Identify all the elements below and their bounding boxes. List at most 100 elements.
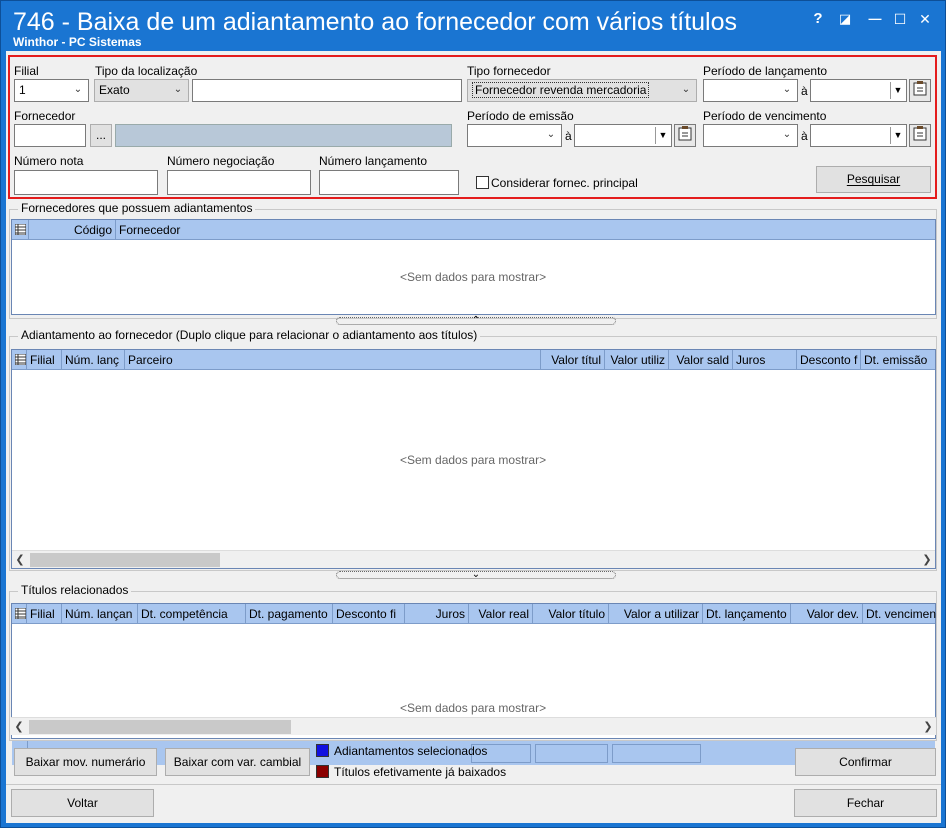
periodo-lancamento-fim[interactable]: ▼ (810, 79, 907, 102)
baixar-mov-button[interactable]: Baixar mov. numerário (14, 748, 157, 776)
col-desconto[interactable]: Desconto fi (333, 604, 405, 624)
localizacao-input[interactable] (192, 79, 462, 102)
empty-message: <Sem dados para mostrar> (400, 453, 547, 467)
tipo-fornecedor-combo[interactable]: Fornecedor revenda mercadoria ⌄ (467, 79, 697, 102)
chevron-down-icon: ⌄ (546, 129, 556, 140)
legend-selecionados: Adiantamentos selecionados (334, 744, 488, 758)
confirmar-label: Confirmar (839, 755, 892, 769)
total-valor-utilizar (612, 744, 701, 763)
col-parceiro[interactable]: Parceiro (125, 350, 541, 370)
periodo-emissao-inicio[interactable]: ⌄ (467, 124, 562, 147)
restore-icon[interactable]: ◪ (834, 9, 856, 29)
dropdown-arrow-icon: ▼ (890, 127, 905, 144)
tipo-fornecedor-label: Tipo fornecedor (467, 64, 551, 78)
scroll-right-icon[interactable]: ❯ (919, 551, 935, 569)
col-filial[interactable]: Filial (27, 604, 62, 624)
baixar-var-button[interactable]: Baixar com var. cambial (165, 748, 310, 776)
col-dt-emissao[interactable]: Dt. emissão (861, 350, 937, 370)
titulos-group-title: Títulos relacionados (18, 583, 132, 597)
fornecedor-label: Fornecedor (14, 109, 76, 123)
col-codigo[interactable]: Código (29, 220, 116, 240)
column-chooser-icon[interactable] (12, 604, 27, 624)
range-separator: à (801, 129, 808, 143)
tipo-localizacao-combo[interactable]: Exato ⌄ (94, 79, 189, 102)
chevron-down-icon: ⌄ (681, 84, 691, 95)
col-juros[interactable]: Juros (733, 350, 797, 370)
legend-baixados: Títulos efetivamente já baixados (334, 765, 507, 779)
col-juros[interactable]: Juros (405, 604, 469, 624)
splitter-handle[interactable]: ⌄ (336, 570, 616, 580)
fornecedores-group-title: Fornecedores que possuem adiantamentos (18, 201, 256, 215)
col-dt-competencia[interactable]: Dt. competência (138, 604, 246, 624)
filial-combo[interactable]: 1 ⌄ (14, 79, 89, 102)
grid-header: Código Fornecedor (12, 220, 935, 240)
horizontal-scrollbar[interactable]: ❮ ❯ (12, 550, 935, 568)
fornecedor-lookup-button[interactable]: ... (90, 124, 112, 147)
calendar-icon[interactable] (909, 124, 931, 147)
scroll-left-icon[interactable]: ❮ (12, 551, 28, 569)
numero-negociacao-input[interactable] (167, 170, 311, 195)
col-valor-utilizar[interactable]: Valor a utilizar (609, 604, 703, 624)
col-desconto[interactable]: Desconto f (797, 350, 861, 370)
numero-nota-input[interactable] (14, 170, 158, 195)
col-filial[interactable]: Filial (27, 350, 62, 370)
minimize-button[interactable]: — (864, 9, 886, 29)
numero-lancamento-label: Número lançamento (319, 154, 428, 168)
close-button[interactable]: ✕ (914, 9, 936, 29)
col-dt-lancamento[interactable]: Dt. lançamento (703, 604, 791, 624)
col-num-lanc[interactable]: Núm. lanç (62, 350, 125, 370)
periodo-lancamento-inicio[interactable]: ⌄ (703, 79, 798, 102)
filial-value: 1 (19, 83, 26, 97)
col-valor-dev[interactable]: Valor dev. (791, 604, 863, 624)
column-chooser-icon[interactable] (12, 220, 29, 240)
legend-red-swatch (316, 765, 329, 778)
chevron-up-icon: ⌃ (471, 315, 481, 326)
adiantamento-grid[interactable]: Filial Núm. lanç Parceiro Valor títul Va… (11, 349, 936, 569)
scroll-left-icon[interactable]: ❮ (11, 718, 27, 736)
scroll-right-icon[interactable]: ❯ (920, 718, 936, 736)
main-window: 746 - Baixa de um adiantamento ao fornec… (0, 0, 946, 828)
chevron-down-icon: ⌄ (73, 84, 83, 95)
col-dt-vencimento[interactable]: Dt. vencimen (863, 604, 937, 624)
grid-header: Filial Núm. lanç Parceiro Valor títul Va… (12, 350, 935, 370)
considerar-label: Considerar fornec. principal (491, 176, 638, 190)
maximize-button[interactable]: ☐ (889, 9, 911, 29)
periodo-vencimento-fim[interactable]: ▼ (810, 124, 907, 147)
col-valor-titulo[interactable]: Valor títul (541, 350, 605, 370)
periodo-lancamento-label: Período de lançamento (703, 64, 828, 78)
col-valor-utilizado[interactable]: Valor utiliz (605, 350, 669, 370)
calendar-icon[interactable] (674, 124, 696, 147)
title-bar[interactable]: 746 - Baixa de um adiantamento ao fornec… (1, 1, 945, 51)
periodo-emissao-fim[interactable]: ▼ (574, 124, 672, 147)
column-chooser-icon[interactable] (12, 350, 27, 370)
help-button[interactable]: ? (807, 9, 829, 29)
col-valor-titulo[interactable]: Valor título (533, 604, 609, 624)
footer-divider (6, 784, 941, 785)
horizontal-scrollbar[interactable]: ❮ ❯ (11, 717, 936, 735)
col-valor-saldo[interactable]: Valor sald (669, 350, 733, 370)
fechar-button[interactable]: Fechar (794, 789, 937, 817)
grid-header: Filial Núm. lançan Dt. competência Dt. p… (12, 604, 937, 624)
numero-lancamento-input[interactable] (319, 170, 459, 195)
periodo-vencimento-label: Período de vencimento (703, 109, 827, 123)
voltar-button[interactable]: Voltar (11, 789, 154, 817)
col-fornecedor[interactable]: Fornecedor (116, 220, 936, 240)
considerar-checkbox[interactable] (476, 176, 489, 189)
legend-blue-swatch (316, 744, 329, 757)
scrollbar-thumb[interactable] (29, 720, 291, 734)
fornecedores-grid[interactable]: Código Fornecedor <Sem dados para mostra… (11, 219, 936, 315)
empty-message: <Sem dados para mostrar> (400, 701, 547, 715)
col-valor-real[interactable]: Valor real (469, 604, 533, 624)
total-valor-titulo (535, 744, 608, 763)
pesquisar-button[interactable]: Pesquisar (816, 166, 931, 193)
col-num-lanc[interactable]: Núm. lançan (62, 604, 138, 624)
periodo-vencimento-inicio[interactable]: ⌄ (703, 124, 798, 147)
fornecedor-code-input[interactable] (14, 124, 86, 147)
tipo-fornecedor-value: Fornecedor revenda mercadoria (472, 82, 650, 98)
scrollbar-thumb[interactable] (30, 553, 220, 567)
calendar-icon[interactable] (909, 79, 931, 102)
confirmar-button[interactable]: Confirmar (795, 748, 936, 776)
splitter-handle[interactable]: ⌃ (336, 315, 616, 326)
range-separator: à (565, 129, 572, 143)
col-dt-pagamento[interactable]: Dt. pagamento (246, 604, 333, 624)
